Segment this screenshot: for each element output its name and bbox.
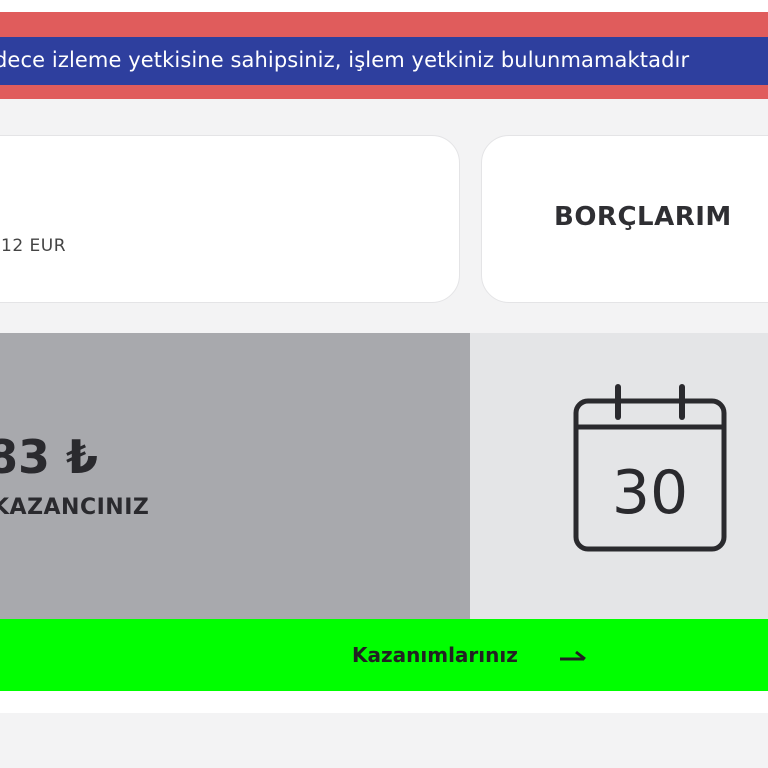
balance-card[interactable]: 12 EUR — [0, 135, 460, 303]
permission-alert-banner: dece izleme yetkisine sahipsiniz, işlem … — [0, 12, 768, 99]
alert-message: dece izleme yetkisine sahipsiniz, işlem … — [0, 48, 690, 72]
balance-currency-text: 12 EUR — [1, 236, 67, 256]
dashboard-page: dece izleme yetkisine sahipsiniz, işlem … — [0, 0, 768, 768]
earnings-amount: 83 ₺ — [0, 430, 99, 484]
top-edge — [0, 0, 768, 12]
calendar-icon: 30 — [573, 384, 727, 552]
earnings-label: KAZANCINIZ — [0, 495, 150, 520]
calendar-day-number: 30 — [612, 458, 688, 528]
earnings-link-button[interactable]: Kazanımlarınız — [0, 619, 768, 691]
arrow-right-icon — [560, 650, 586, 661]
earnings-link-label: Kazanımlarınız — [352, 643, 518, 667]
alert-marquee: dece izleme yetkisine sahipsiniz, işlem … — [0, 37, 768, 85]
calendar-panel: 30 — [470, 333, 768, 619]
bottom-edge — [0, 691, 768, 713]
debts-card[interactable]: BORÇLARIM — [481, 135, 768, 303]
earnings-panel: 83 ₺ KAZANCINIZ — [0, 333, 470, 619]
debts-label: BORÇLARIM — [554, 202, 732, 232]
